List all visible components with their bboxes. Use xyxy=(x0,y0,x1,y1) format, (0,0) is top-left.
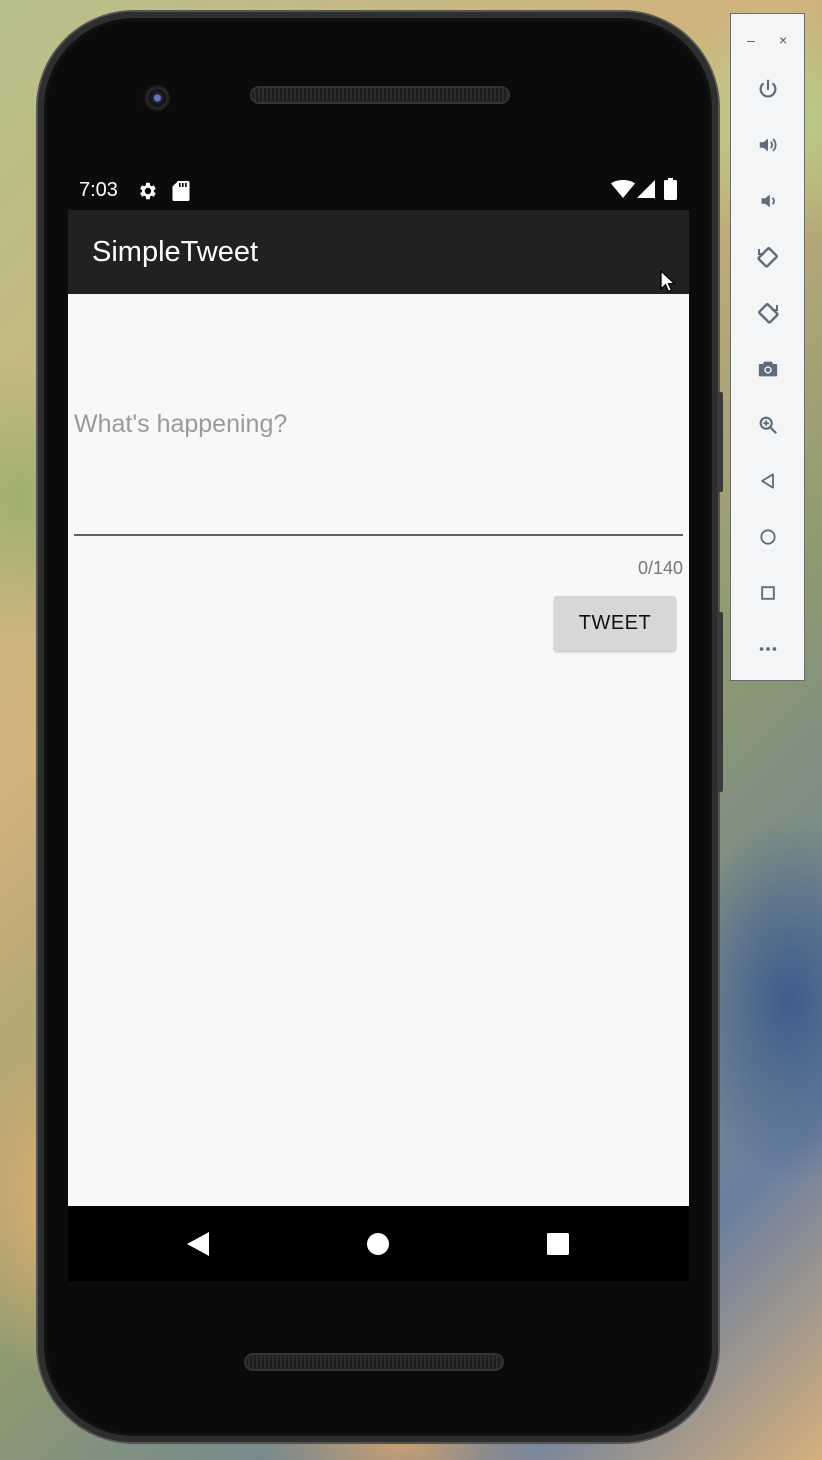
compose-screen: 0/140 TWEET xyxy=(68,294,689,1206)
zoom-icon[interactable] xyxy=(753,410,783,440)
minimize-button[interactable]: – xyxy=(747,32,755,48)
char-count: 0/140 xyxy=(637,558,683,578)
earpiece-speaker xyxy=(252,88,508,102)
back-icon[interactable] xyxy=(753,466,783,496)
navigation-bar xyxy=(68,1206,689,1281)
home-icon[interactable] xyxy=(360,1226,396,1262)
tweet-button[interactable]: TWEET xyxy=(554,596,676,651)
power-key xyxy=(717,612,723,792)
sd-card-icon xyxy=(172,180,190,208)
tweet-input[interactable] xyxy=(74,410,683,536)
back-icon[interactable] xyxy=(180,1226,216,1262)
cell-signal-icon xyxy=(636,179,656,205)
gear-icon xyxy=(136,180,158,208)
front-camera xyxy=(142,84,170,112)
overview-icon[interactable] xyxy=(753,578,783,608)
rotate-right-icon[interactable] xyxy=(753,298,783,328)
bottom-speaker xyxy=(246,1355,502,1369)
emulator-toolbar: – × xyxy=(730,13,805,681)
more-icon[interactable] xyxy=(753,634,783,664)
volume-down-icon[interactable] xyxy=(753,186,783,216)
power-icon[interactable] xyxy=(753,74,783,104)
mouse-pointer-icon xyxy=(660,269,677,299)
status-bar: 7:03 xyxy=(68,170,689,210)
app-bar: SimpleTweet xyxy=(68,210,689,294)
rotate-left-icon[interactable] xyxy=(753,242,783,272)
home-icon[interactable] xyxy=(753,522,783,552)
recents-icon[interactable] xyxy=(540,1226,576,1262)
wifi-icon xyxy=(611,179,635,205)
status-time: 7:03 xyxy=(79,179,118,201)
volume-key xyxy=(717,392,723,492)
camera-icon[interactable] xyxy=(753,354,783,384)
app-title: SimpleTweet xyxy=(92,236,259,268)
close-button[interactable]: × xyxy=(779,32,787,48)
volume-up-icon[interactable] xyxy=(753,130,783,160)
battery-icon xyxy=(664,178,677,206)
